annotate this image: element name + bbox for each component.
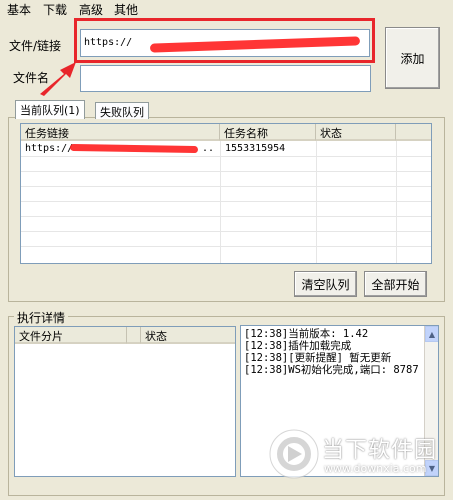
row-task-name: 1553315954 [225, 143, 286, 154]
row-link-ellipsis: .. [202, 143, 215, 154]
menu-advanced[interactable]: 高级 [79, 1, 103, 18]
menu-bar: 基本 下载 高级 其他 [0, 0, 453, 18]
column-header-spacer [127, 327, 141, 344]
watermark-url: www.downxia.com [324, 462, 427, 475]
clear-queue-button[interactable]: 清空队列 [294, 271, 357, 297]
grid-line [21, 246, 431, 247]
tab-failed-queue[interactable]: 失败队列 [95, 102, 149, 119]
menu-basic[interactable]: 基本 [7, 1, 31, 18]
log-content: [12:38]当前版本: 1.42 [12:38]插件加载完成 [12:38][… [244, 328, 419, 376]
row-link: https:// [25, 143, 74, 154]
watermark-brand: 当下软件园 [322, 438, 438, 463]
grid-line [21, 171, 431, 172]
log-line: [12:38][更新提醒] 暂无更新 [244, 352, 392, 364]
column-header-status[interactable]: 状态 [316, 124, 396, 141]
column-header-segment[interactable]: 文件分片 [15, 327, 127, 344]
start-all-button[interactable]: 全部开始 [364, 271, 427, 297]
annotation-arrow-icon [40, 62, 76, 96]
scroll-up-icon[interactable]: ▲ [425, 326, 438, 342]
grid-line [21, 156, 431, 157]
column-header-segment-status[interactable]: 状态 [141, 327, 235, 344]
filename-input[interactable] [80, 65, 371, 92]
menu-download[interactable]: 下载 [43, 1, 67, 18]
column-header-extra[interactable] [396, 124, 431, 141]
url-label: 文件/链接 [9, 39, 62, 53]
grid-line [21, 231, 431, 232]
details-title: 执行详情 [14, 309, 69, 326]
highlight-box [74, 18, 375, 63]
menu-other[interactable]: 其他 [114, 1, 138, 18]
log-line: [12:38]当前版本: 1.42 [244, 328, 369, 340]
tab-current-queue[interactable]: 当前队列(1) [15, 100, 85, 119]
log-line: [12:38]插件加载完成 [244, 340, 352, 352]
log-line: [12:38]WS初始化完成,端口: 8787 [244, 364, 419, 376]
downxia-logo-icon [269, 429, 319, 479]
grid-line [21, 216, 431, 217]
add-button[interactable]: 添加 [385, 27, 440, 89]
grid-line [21, 186, 431, 187]
grid-line [21, 201, 431, 202]
column-header-task-link[interactable]: 任务链接 [21, 124, 220, 141]
column-header-task-name[interactable]: 任务名称 [220, 124, 316, 141]
segment-list[interactable]: 文件分片 状态 [14, 326, 236, 477]
